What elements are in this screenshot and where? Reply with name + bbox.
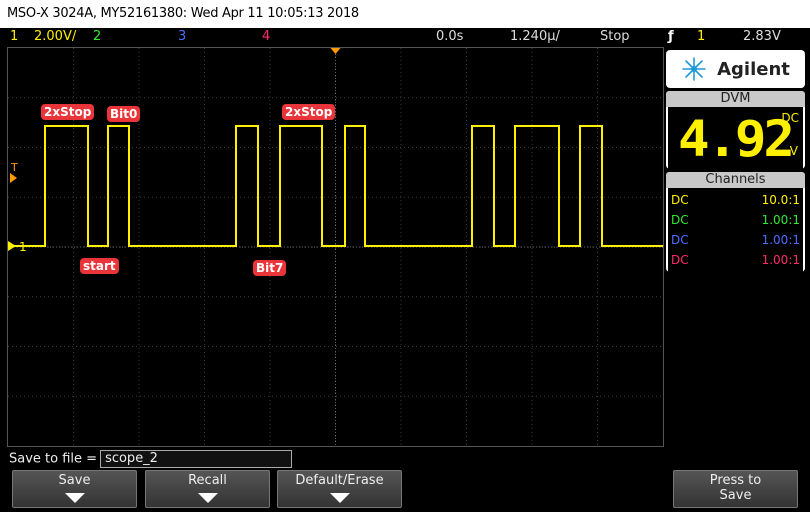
trigger-slope-icon[interactable]: ƒ — [668, 28, 674, 46]
ch1-ground-marker-icon — [8, 241, 16, 251]
press-to-save-softkey[interactable]: Press to Save — [673, 470, 798, 508]
channel-coupling: DC — [671, 193, 689, 207]
ch2-number[interactable]: 2 — [93, 28, 101, 46]
timebase-scale[interactable]: 1.240µ/ — [510, 28, 560, 46]
annotation-start: start — [80, 258, 119, 274]
recall-label: Recall — [188, 473, 227, 488]
save-to-file-label: Save to file = — [9, 451, 98, 467]
channel-probe: 1.00:1 — [761, 233, 800, 247]
agilent-spark-icon — [682, 57, 706, 81]
softkey-bar: Save to file = scope_2 Save Recall Defaul… — [0, 448, 810, 512]
channel-coupling: DC — [671, 253, 689, 267]
annotation-bit7: Bit7 — [253, 260, 287, 276]
recall-softkey[interactable]: Recall — [145, 470, 270, 508]
channel-coupling: DC — [671, 213, 689, 227]
channel-list: DC 10.0:1 DC 1.00:1 DC 1.00:1 DC 1.00:1 — [668, 188, 803, 272]
annotation-2xstop-1: 2xStop — [41, 104, 95, 120]
channel-probe: 1.00:1 — [761, 253, 800, 267]
window-title: MSO-X 3024A, MY52161380: Wed Apr 11 10:0… — [7, 6, 359, 21]
channel-row-2[interactable]: DC 1.00:1 — [668, 210, 803, 230]
horizontal-delay[interactable]: 0.0s — [436, 28, 463, 46]
down-arrow-icon — [197, 493, 218, 503]
dvm-section[interactable]: DVM 4.92 DC V — [666, 91, 805, 169]
dvm-unit: V — [789, 144, 798, 158]
channel-row-3[interactable]: DC 1.00:1 — [668, 230, 803, 250]
annotation-2xstop-2: 2xStop — [282, 104, 336, 120]
default-erase-softkey[interactable]: Default/Erase — [277, 470, 402, 508]
trigger-level[interactable]: 2.83V — [743, 28, 781, 46]
ch1-scale[interactable]: 2.00V/ — [34, 28, 76, 46]
channels-section[interactable]: Channels DC 10.0:1 DC 1.00:1 DC 1.00:1 D… — [666, 172, 805, 272]
brand-logo: Agilent — [666, 50, 805, 88]
dvm-header: DVM — [666, 91, 805, 107]
save-softkey[interactable]: Save — [12, 470, 137, 508]
down-arrow-icon — [329, 493, 350, 503]
channels-header: Channels — [666, 172, 805, 188]
dvm-mode: DC — [781, 111, 799, 125]
down-arrow-icon — [64, 493, 85, 503]
dvm-display: 4.92 DC V — [668, 107, 803, 169]
ch1-marker-label: 1 — [19, 240, 27, 254]
run-state[interactable]: Stop — [600, 28, 630, 46]
trigger-position-icon — [330, 48, 341, 54]
channel-row-4[interactable]: DC 1.00:1 — [668, 250, 803, 270]
save-to-file: Save to file = scope_2 — [9, 450, 293, 468]
annotation-bit0: Bit0 — [107, 106, 141, 122]
filename-field[interactable]: scope_2 — [100, 450, 293, 468]
channel-probe: 1.00:1 — [761, 213, 800, 227]
trigger-level-marker-icon — [10, 173, 17, 183]
right-panel: Agilent DVM 4.92 DC V Channels DC 10.0:1… — [666, 50, 805, 275]
channel-row-1[interactable]: DC 10.0:1 — [668, 190, 803, 210]
waveform-screen[interactable]: 1 T 2xStop Bit0 start 2xStop Bit7 — [7, 47, 664, 447]
dvm-value: 4.92 — [678, 110, 795, 168]
default-erase-label: Default/Erase — [295, 473, 384, 488]
trigger-source[interactable]: 1 — [697, 28, 705, 46]
ch1-number[interactable]: 1 — [10, 28, 18, 46]
channel-probe: 10.0:1 — [761, 193, 800, 207]
ch3-number[interactable]: 3 — [178, 28, 186, 46]
status-bar: 1 2.00V/ 2 3 4 0.0s 1.240µ/ Stop ƒ 1 2.8… — [0, 28, 810, 46]
channel-coupling: DC — [671, 233, 689, 247]
trigger-level-label: T — [10, 161, 18, 174]
ch4-number[interactable]: 4 — [262, 28, 270, 46]
title-bar: MSO-X 3024A, MY52161380: Wed Apr 11 10:0… — [0, 0, 810, 28]
press-to-save-label: Press to Save — [709, 473, 762, 503]
save-label: Save — [58, 473, 91, 488]
brand-name: Agilent — [717, 58, 790, 80]
